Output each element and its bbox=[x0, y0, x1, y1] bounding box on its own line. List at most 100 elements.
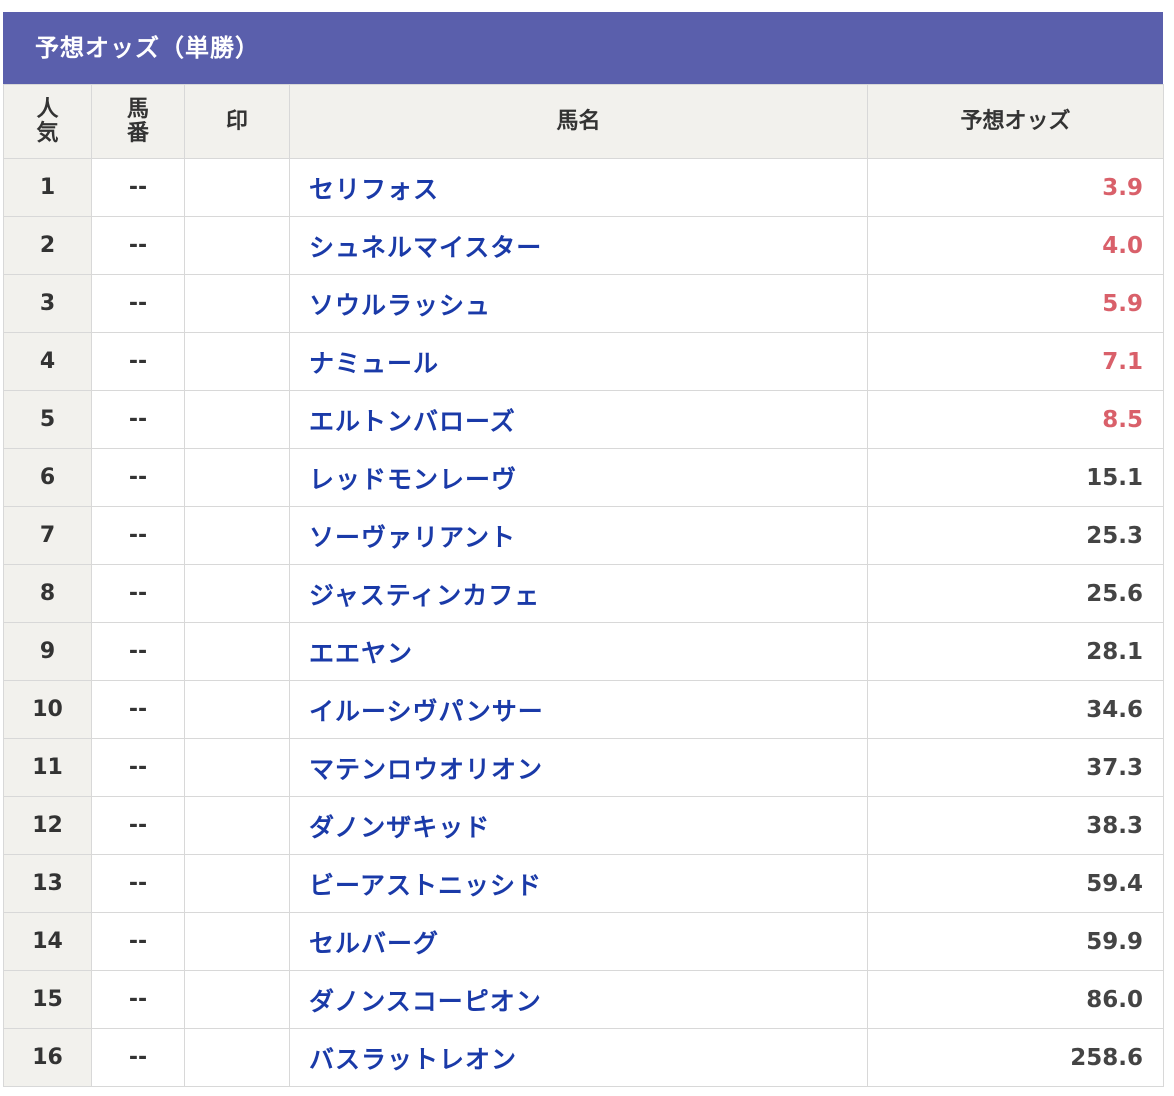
predicted-odds: 38.3 bbox=[867, 796, 1164, 855]
prediction-mark bbox=[184, 564, 290, 623]
horse-name-link[interactable]: イルーシヴパンサー bbox=[289, 680, 868, 739]
horse-name-link[interactable]: レッドモンレーヴ bbox=[289, 448, 868, 507]
table-row: 4 -- ナミュール 7.1 bbox=[3, 332, 1164, 391]
prediction-mark bbox=[184, 738, 290, 797]
popularity-rank: 14 bbox=[3, 912, 92, 971]
horse-name-link[interactable]: ダノンスコーピオン bbox=[289, 970, 868, 1029]
horse-number: -- bbox=[91, 912, 185, 971]
horse-number: -- bbox=[91, 796, 185, 855]
horse-number: -- bbox=[91, 332, 185, 391]
popularity-rank: 5 bbox=[3, 390, 92, 449]
column-header-mark: 印 bbox=[184, 84, 290, 159]
horse-name-link[interactable]: ビーアストニッシド bbox=[289, 854, 868, 913]
horse-name-link[interactable]: バスラットレオン bbox=[289, 1028, 868, 1087]
table-row: 16 -- バスラットレオン 258.6 bbox=[3, 1028, 1164, 1087]
table-row: 2 -- シュネルマイスター 4.0 bbox=[3, 216, 1164, 275]
horse-name-link[interactable]: ジャスティンカフェ bbox=[289, 564, 868, 623]
column-header-horse-number: 馬番 bbox=[91, 84, 185, 159]
table-row: 5 -- エルトンバローズ 8.5 bbox=[3, 390, 1164, 449]
table-header-row: 人気 馬番 印 馬名 予想オッズ bbox=[3, 84, 1164, 159]
horse-number: -- bbox=[91, 970, 185, 1029]
column-header-horse-name: 馬名 bbox=[289, 84, 868, 159]
horse-name-link[interactable]: セルバーグ bbox=[289, 912, 868, 971]
horse-number: -- bbox=[91, 738, 185, 797]
prediction-mark bbox=[184, 854, 290, 913]
odds-panel: 予想オッズ（単勝） 人気 馬番 印 馬名 予想オッズ 1 -- セリフォス 3.9 2-… bbox=[3, 12, 1164, 1087]
popularity-rank: 3 bbox=[3, 274, 92, 333]
horse-name-link[interactable]: エルトンバローズ bbox=[289, 390, 868, 449]
horse-number: -- bbox=[91, 1028, 185, 1087]
predicted-odds: 7.1 bbox=[867, 332, 1164, 391]
odds-table-body: 1 -- セリフォス 3.9 2 -- シュネルマイスター 4.0 3 -- ソウルラッシュ 5.9 4… bbox=[3, 158, 1164, 1087]
table-row: 13 -- ビーアストニッシド 59.4 bbox=[3, 854, 1164, 913]
prediction-mark bbox=[184, 970, 290, 1029]
table-row: 1 -- セリフォス 3.9 bbox=[3, 158, 1164, 217]
table-row: 14 -- セルバーグ 59.9 bbox=[3, 912, 1164, 971]
column-header-odds: 予想オッズ bbox=[867, 84, 1164, 159]
predicted-odds: 5.9 bbox=[867, 274, 1164, 333]
horse-name-link[interactable]: セリフォス bbox=[289, 158, 868, 217]
table-row: 8 -- ジャスティンカフェ 25.6 bbox=[3, 564, 1164, 623]
predicted-odds: 28.1 bbox=[867, 622, 1164, 681]
prediction-mark bbox=[184, 274, 290, 333]
prediction-mark bbox=[184, 390, 290, 449]
table-row: 11 -- マテンロウオリオン 37.3 bbox=[3, 738, 1164, 797]
horse-number: -- bbox=[91, 564, 185, 623]
table-row: 9 -- エエヤン 28.1 bbox=[3, 622, 1164, 681]
popularity-rank: 13 bbox=[3, 854, 92, 913]
horse-number: -- bbox=[91, 448, 185, 507]
predicted-odds: 258.6 bbox=[867, 1028, 1164, 1087]
predicted-odds: 59.4 bbox=[867, 854, 1164, 913]
prediction-mark bbox=[184, 680, 290, 739]
horse-name-link[interactable]: ダノンザキッド bbox=[289, 796, 868, 855]
table-row: 12 -- ダノンザキッド 38.3 bbox=[3, 796, 1164, 855]
predicted-odds: 34.6 bbox=[867, 680, 1164, 739]
horse-name-link[interactable]: ナミュール bbox=[289, 332, 868, 391]
predicted-odds: 3.9 bbox=[867, 158, 1164, 217]
predicted-odds: 8.5 bbox=[867, 390, 1164, 449]
prediction-mark bbox=[184, 912, 290, 971]
prediction-mark bbox=[184, 448, 290, 507]
table-row: 3 -- ソウルラッシュ 5.9 bbox=[3, 274, 1164, 333]
popularity-rank: 15 bbox=[3, 970, 92, 1029]
prediction-mark bbox=[184, 216, 290, 275]
predicted-odds: 4.0 bbox=[867, 216, 1164, 275]
popularity-rank: 4 bbox=[3, 332, 92, 391]
predicted-odds: 59.9 bbox=[867, 912, 1164, 971]
predicted-odds: 86.0 bbox=[867, 970, 1164, 1029]
predicted-odds: 25.6 bbox=[867, 564, 1164, 623]
odds-table: 人気 馬番 印 馬名 予想オッズ 1 -- セリフォス 3.9 2 -- シュネルマイスター… bbox=[3, 84, 1164, 1087]
horse-number: -- bbox=[91, 274, 185, 333]
table-row: 6 -- レッドモンレーヴ 15.1 bbox=[3, 448, 1164, 507]
prediction-mark bbox=[184, 1028, 290, 1087]
popularity-rank: 16 bbox=[3, 1028, 92, 1087]
prediction-mark bbox=[184, 796, 290, 855]
popularity-rank: 10 bbox=[3, 680, 92, 739]
horse-name-link[interactable]: ソーヴァリアント bbox=[289, 506, 868, 565]
prediction-mark bbox=[184, 622, 290, 681]
prediction-mark bbox=[184, 506, 290, 565]
popularity-rank: 2 bbox=[3, 216, 92, 275]
popularity-rank: 9 bbox=[3, 622, 92, 681]
predicted-odds: 37.3 bbox=[867, 738, 1164, 797]
popularity-rank: 11 bbox=[3, 738, 92, 797]
column-header-popularity: 人気 bbox=[3, 84, 92, 159]
horse-name-link[interactable]: ソウルラッシュ bbox=[289, 274, 868, 333]
horse-number: -- bbox=[91, 390, 185, 449]
table-row: 10 -- イルーシヴパンサー 34.6 bbox=[3, 680, 1164, 739]
horse-name-link[interactable]: エエヤン bbox=[289, 622, 868, 681]
horse-number: -- bbox=[91, 158, 185, 217]
popularity-rank: 1 bbox=[3, 158, 92, 217]
horse-number: -- bbox=[91, 854, 185, 913]
popularity-rank: 7 bbox=[3, 506, 92, 565]
popularity-rank: 12 bbox=[3, 796, 92, 855]
popularity-rank: 8 bbox=[3, 564, 92, 623]
horse-number: -- bbox=[91, 680, 185, 739]
predicted-odds: 15.1 bbox=[867, 448, 1164, 507]
horse-name-link[interactable]: シュネルマイスター bbox=[289, 216, 868, 275]
panel-title: 予想オッズ（単勝） bbox=[3, 12, 1163, 84]
horse-name-link[interactable]: マテンロウオリオン bbox=[289, 738, 868, 797]
horse-number: -- bbox=[91, 216, 185, 275]
prediction-mark bbox=[184, 332, 290, 391]
prediction-mark bbox=[184, 158, 290, 217]
